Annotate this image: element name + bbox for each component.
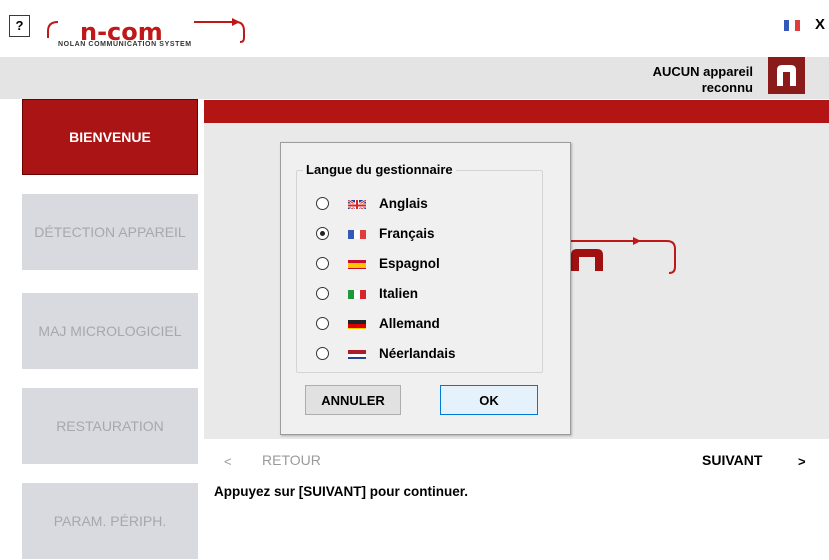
radio-neerlandais[interactable]	[316, 346, 329, 360]
instruction-text: Appuyez sur [SUIVANT] pour continuer.	[214, 484, 469, 499]
language-label: Français	[379, 225, 435, 241]
germany-flag-icon	[348, 318, 366, 329]
title-band	[204, 100, 829, 123]
sidebar-item-detection[interactable]: DÉTECTION APPAREIL	[22, 194, 198, 270]
radio-italien[interactable]	[316, 286, 329, 300]
uk-flag-icon	[348, 198, 366, 209]
close-button[interactable]: X	[815, 16, 825, 33]
ok-button[interactable]: OK	[440, 385, 538, 415]
spain-flag-icon	[348, 258, 366, 269]
language-option-allemand[interactable]: Allemand	[316, 313, 440, 333]
device-status-line2: reconnu	[701, 80, 753, 95]
language-label: Espagnol	[379, 255, 440, 271]
back-button[interactable]: RETOUR	[262, 452, 321, 468]
sidebar-item-device-settings[interactable]: PARAM. PÉRIPH.	[22, 483, 198, 559]
sidebar-item-bienvenue[interactable]: BIENVENUE	[22, 99, 198, 175]
help-button[interactable]: ?	[9, 15, 30, 37]
device-icon	[768, 57, 805, 94]
language-option-francais[interactable]: Français	[316, 223, 435, 243]
language-option-anglais[interactable]: Anglais	[316, 193, 428, 213]
language-option-italien[interactable]: Italien	[316, 283, 418, 303]
device-status-line1: AUCUN appareil	[652, 64, 753, 79]
france-flag-icon	[348, 228, 366, 239]
france-flag-icon[interactable]	[784, 18, 800, 31]
sidebar-item-firmware-update[interactable]: MAJ MICROLOGICIEL	[22, 293, 198, 369]
radio-allemand[interactable]	[316, 316, 329, 330]
language-label: Italien	[379, 285, 419, 301]
logo-tagline: NOLAN COMMUNICATION SYSTEM	[58, 41, 192, 48]
language-label: Anglais	[379, 195, 428, 211]
language-label: Allemand	[379, 315, 440, 331]
next-arrow-icon[interactable]: >	[798, 454, 806, 469]
sidebar-item-restauration[interactable]: RESTAURATION	[22, 388, 198, 464]
radio-espagnol[interactable]	[316, 256, 329, 270]
next-button[interactable]: SUIVANT	[702, 452, 762, 468]
netherlands-flag-icon	[348, 348, 366, 359]
italy-flag-icon	[348, 288, 366, 299]
radio-francais[interactable]	[316, 226, 329, 240]
language-group-title: Langue du gestionnaire	[303, 162, 456, 177]
device-status: AUCUN appareil reconnu	[593, 64, 753, 96]
language-option-espagnol[interactable]: Espagnol	[316, 253, 440, 273]
language-option-neerlandais[interactable]: Néerlandais	[316, 343, 456, 363]
back-arrow-icon[interactable]: <	[224, 454, 232, 469]
cancel-button[interactable]: ANNULER	[305, 385, 401, 415]
radio-anglais[interactable]	[316, 196, 329, 210]
language-label: Néerlandais	[379, 345, 456, 361]
